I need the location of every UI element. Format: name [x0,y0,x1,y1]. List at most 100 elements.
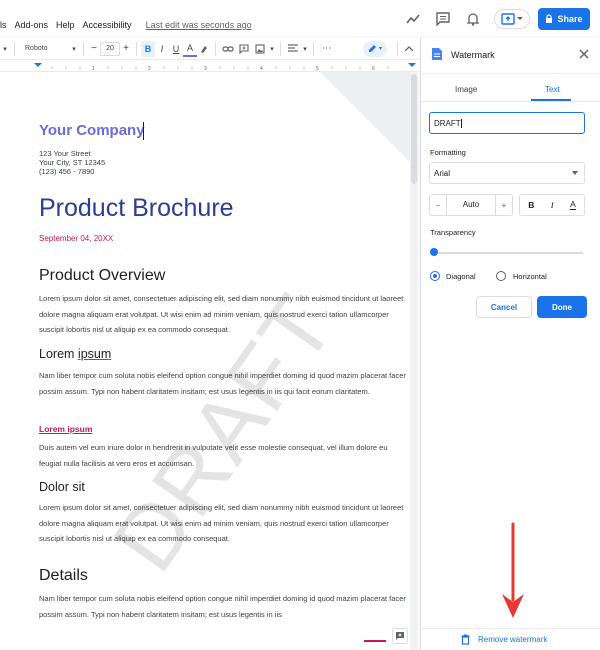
done-button[interactable]: Done [537,296,587,318]
styles-dropdown-arrow[interactable]: ▾ [0,41,10,57]
highlight-icon[interactable] [197,41,211,57]
chevron-down-icon[interactable]: ▾ [69,41,79,57]
section-heading: Dolor sit [39,480,85,494]
heading-word-misspelled: ipsum [77,347,112,361]
share-button[interactable]: Share [538,8,590,30]
last-edit-link[interactable]: Last edit was seconds ago [146,20,252,30]
divider [136,41,137,56]
underline-label: U [172,43,180,54]
menu-item-addons[interactable]: Add-ons [15,20,49,30]
header-actions: Share [392,8,600,30]
address-line: Your City, ST 12345 [39,158,106,167]
section-body: Nam liber tempor cum soluta nobis eleife… [39,594,406,619]
font-value: Arial [434,169,451,178]
page-corner-decoration [320,72,410,162]
tab-text[interactable]: Text [545,85,560,94]
document-title: Product Brochure [39,194,234,222]
present-icon [501,13,515,25]
increase-font-size-button[interactable]: + [120,41,132,57]
font-size-value: 20 [106,45,114,52]
text-color-button[interactable]: A [570,200,576,210]
italic-label: I [160,43,164,54]
chevron-down-icon[interactable]: ▾ [268,41,276,57]
editing-mode-button[interactable]: ▾ [363,40,387,57]
divider [83,41,84,56]
divider [313,41,314,56]
increase-size-button[interactable]: + [496,201,512,210]
transparency-slider[interactable] [433,252,583,254]
document-scrollbar[interactable] [410,72,418,650]
ruler[interactable]: 123 456 [0,60,420,72]
lock-icon [546,14,553,23]
present-button[interactable] [494,9,530,29]
insert-image-icon[interactable] [252,41,268,57]
transparency-label: Transparency [430,228,476,237]
chevron-down-icon[interactable]: ▾ [301,41,309,57]
bold-button[interactable]: B [528,200,534,210]
comment-icon[interactable] [434,10,452,28]
section-subheading: Lorem ipsum [39,424,92,434]
font-select[interactable]: Arial [429,162,585,184]
bell-icon[interactable] [464,10,482,28]
watermark-text-input[interactable]: DRAFT [429,112,585,134]
document-page[interactable]: DRAFT Your Company 123 Your Street Your … [0,72,410,650]
section-body: Duis autem vel eum iriure dolor in hendr… [39,443,388,468]
more-icon[interactable]: ⋯ [318,41,336,57]
heading-word: Lorem [39,347,75,361]
bold-button[interactable]: B [141,40,155,57]
menu-item-help[interactable]: Help [56,20,75,30]
divider [421,628,600,629]
decrease-size-button[interactable]: − [430,201,446,210]
align-icon[interactable] [285,41,301,57]
address-line: (123) 456 - 7890 [39,167,95,176]
document-canvas[interactable]: DRAFT Your Company 123 Your Street Your … [0,72,418,650]
text-color-label: A [186,42,193,53]
diagonal-label: Diagonal [446,272,476,281]
formatting-label: Formatting [430,148,466,157]
address-line: 123 Your Street [39,149,91,158]
bold-label: B [144,43,152,54]
panel-title: Watermark [451,50,495,60]
chevron-down-icon [572,171,578,175]
section-body: Nam liber tempor cum soluta nobis eleife… [39,371,406,396]
format-toolbar: ▾ Roboto ▾ − 20 + B I U A ▾ ▾ ⋯ ▾ [0,38,420,60]
close-icon[interactable] [578,47,590,65]
divider [397,41,398,56]
remove-watermark-button[interactable]: Remove watermark [461,634,547,645]
slider-handle[interactable] [430,248,438,256]
italic-button[interactable]: I [551,200,554,210]
menu-list: ls Add-ons Help Accessibility Last edit … [0,20,252,30]
annotation-arrow [500,522,526,625]
trend-icon[interactable] [404,10,422,28]
explore-button[interactable] [392,628,408,644]
decrease-font-size-button[interactable]: − [88,41,100,57]
horizontal-label: Horizontal [513,272,547,281]
section-body: Lorem ipsum dolor sit amet, consectetuer… [39,294,404,334]
menu-item-tools[interactable]: ls [0,20,7,30]
diagonal-radio[interactable] [430,271,440,281]
font-select[interactable]: Roboto [19,41,69,57]
underline-button[interactable]: U [169,41,183,57]
collapse-toolbar-icon[interactable] [402,41,416,57]
share-label: Share [557,14,583,24]
tab-image[interactable]: Image [455,85,477,94]
italic-button[interactable]: I [155,41,169,57]
menu-item-accessibility[interactable]: Accessibility [83,20,132,30]
text-color-button[interactable]: A [183,41,197,57]
divider [421,101,600,102]
document-date: September 04, 20XX [39,234,114,243]
chevron-down-icon: ▾ [378,46,382,52]
heading-word: Lorem [39,424,65,434]
insert-comment-icon[interactable] [236,41,252,57]
section-heading: Lorem ipsum [39,347,111,361]
scrollbar-thumb[interactable] [411,74,417,184]
link-icon[interactable] [220,41,236,57]
font-name: Roboto [25,45,48,52]
watermark-text-value: DRAFT [434,119,461,128]
text-cursor [143,122,144,140]
section-heading: Details [39,567,88,584]
cancel-button[interactable]: Cancel [476,296,532,318]
size-value[interactable]: Auto [446,195,496,215]
horizontal-radio[interactable] [496,271,506,281]
font-size-input[interactable]: 20 [100,41,120,56]
